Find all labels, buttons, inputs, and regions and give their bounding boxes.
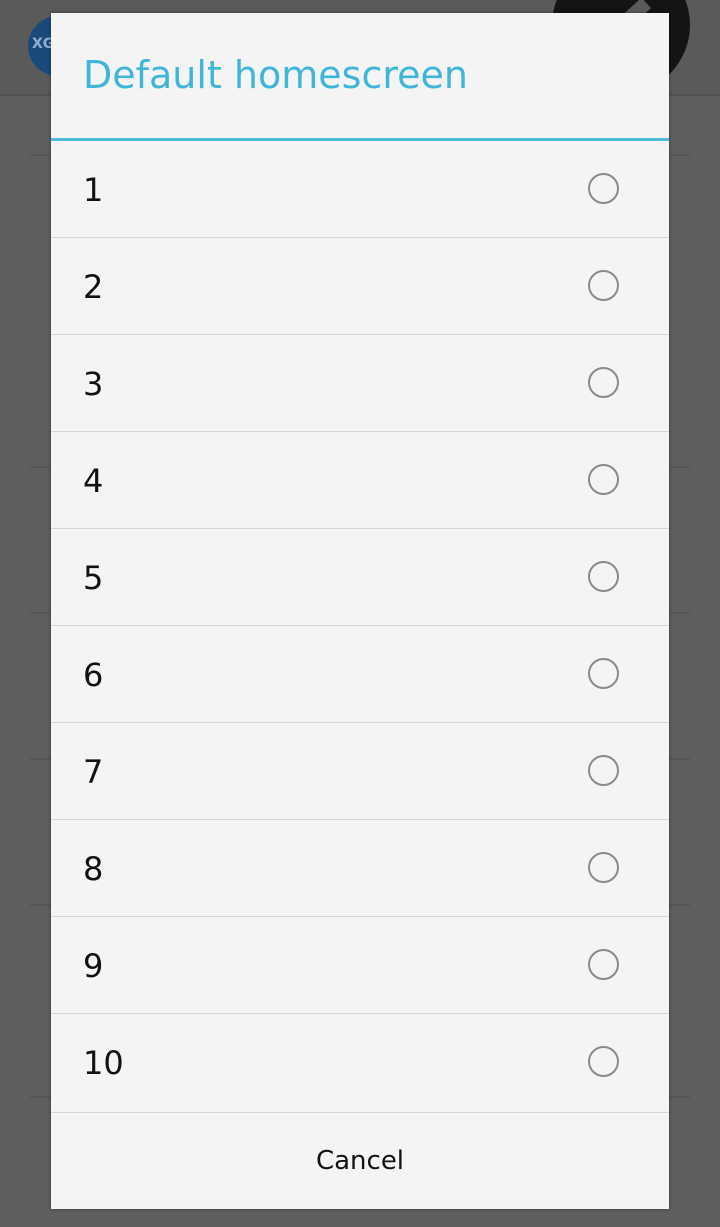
option-label: 8 bbox=[83, 850, 104, 888]
option-label: 1 bbox=[83, 171, 104, 209]
radio-button[interactable] bbox=[588, 270, 619, 301]
option-1[interactable]: 1 bbox=[51, 141, 669, 238]
option-label: 9 bbox=[83, 947, 104, 985]
option-6[interactable]: 6 bbox=[51, 626, 669, 723]
cancel-button[interactable]: Cancel bbox=[286, 1136, 434, 1186]
option-label: 3 bbox=[83, 365, 104, 403]
homescreen-options-list: 1 2 3 4 5 6 7 8 9 10 bbox=[51, 141, 669, 1111]
default-homescreen-dialog: Default homescreen 1 2 3 4 5 6 7 8 9 10 … bbox=[51, 13, 669, 1209]
option-label: 10 bbox=[83, 1044, 124, 1082]
radio-button[interactable] bbox=[588, 561, 619, 592]
dialog-footer: Cancel bbox=[51, 1112, 669, 1209]
option-8[interactable]: 8 bbox=[51, 820, 669, 917]
option-7[interactable]: 7 bbox=[51, 723, 669, 820]
option-9[interactable]: 9 bbox=[51, 917, 669, 1014]
radio-button[interactable] bbox=[588, 755, 619, 786]
option-10[interactable]: 10 bbox=[51, 1014, 669, 1111]
dialog-title: Default homescreen bbox=[51, 13, 669, 141]
option-label: 6 bbox=[83, 656, 104, 694]
radio-button[interactable] bbox=[588, 1046, 619, 1077]
radio-button[interactable] bbox=[588, 852, 619, 883]
option-4[interactable]: 4 bbox=[51, 432, 669, 529]
option-label: 5 bbox=[83, 559, 104, 597]
radio-button[interactable] bbox=[588, 367, 619, 398]
radio-button[interactable] bbox=[588, 658, 619, 689]
option-label: 4 bbox=[83, 462, 104, 500]
radio-button[interactable] bbox=[588, 949, 619, 980]
option-label: 7 bbox=[83, 753, 104, 791]
radio-button[interactable] bbox=[588, 464, 619, 495]
option-2[interactable]: 2 bbox=[51, 238, 669, 335]
radio-button[interactable] bbox=[588, 173, 619, 204]
option-label: 2 bbox=[83, 268, 104, 306]
option-5[interactable]: 5 bbox=[51, 529, 669, 626]
option-3[interactable]: 3 bbox=[51, 335, 669, 432]
